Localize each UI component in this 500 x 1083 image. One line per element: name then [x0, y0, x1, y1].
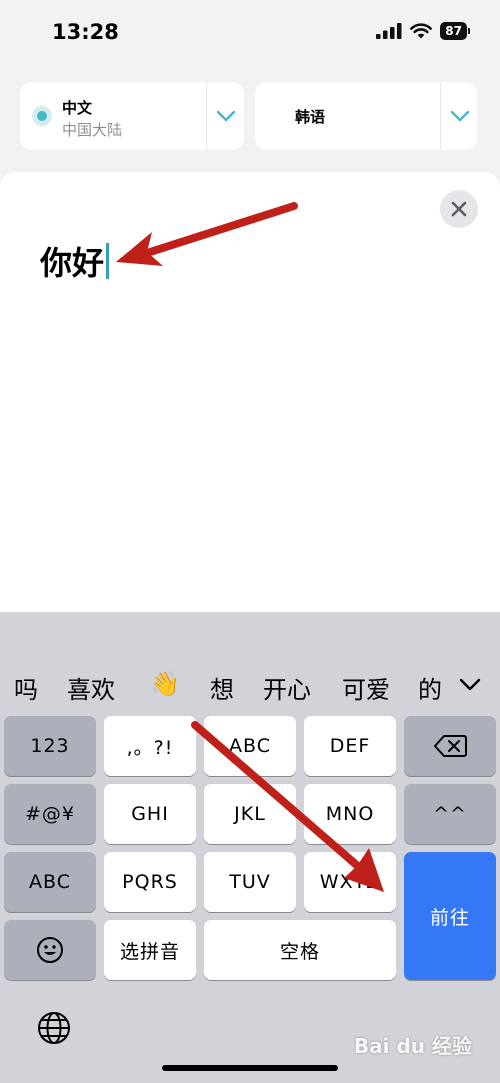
key-tuv[interactable]: TUV — [204, 852, 296, 912]
key-abc-mode[interactable]: ABC — [4, 852, 96, 912]
input-text: 你好 — [40, 244, 105, 282]
baidu-watermark: Bai du 经验 — [353, 1034, 472, 1058]
candidate-word[interactable]: 可爱 — [342, 670, 390, 705]
key-abc[interactable]: ABC — [204, 716, 296, 776]
space-key[interactable]: 空格 — [204, 920, 396, 980]
cellular-signal-icon — [376, 23, 402, 39]
candidate-word[interactable]: 开心 — [263, 670, 311, 705]
key-emoticon[interactable]: ^^ — [404, 784, 496, 844]
target-language-name: 韩语 — [295, 108, 326, 126]
source-language-indicator-icon — [32, 106, 52, 126]
status-time: 13:28 — [52, 20, 119, 44]
expand-candidates-chevron-down-icon[interactable] — [458, 676, 482, 694]
emoji-key[interactable] — [4, 920, 96, 980]
target-language-divider — [440, 82, 441, 150]
backspace-icon — [434, 735, 467, 757]
candidate-word[interactable]: 喜欢 — [67, 670, 115, 705]
wifi-icon — [410, 23, 433, 39]
target-language-selector[interactable]: 韩语 — [255, 82, 477, 150]
candidate-word[interactable]: 的 — [418, 670, 442, 705]
source-language-selector[interactable]: 中文 中国大陆 — [20, 82, 244, 150]
globe-icon[interactable] — [36, 1010, 72, 1046]
close-icon — [451, 201, 467, 217]
candidate-emoji[interactable]: 👋 — [150, 670, 180, 698]
home-indicator — [162, 1065, 338, 1071]
input-text-field[interactable]: 你好 — [40, 238, 110, 284]
emoji-icon — [37, 937, 63, 963]
candidate-bar: 吗 喜欢 👋 想 开心 可爱 的 — [0, 662, 500, 712]
key-wxyz[interactable]: WXYZ — [304, 852, 396, 912]
target-language-chevron-down-icon[interactable] — [449, 106, 471, 126]
key-mno[interactable]: MNO — [304, 784, 396, 844]
status-bar: 13:28 87 — [0, 0, 500, 66]
pinyin-keyboard: 吗 喜欢 👋 想 开心 可爱 的 123 ,。?! ABC DEF #@¥ GH… — [0, 612, 500, 1083]
key-punctuation[interactable]: ,。?! — [104, 716, 196, 776]
key-symbols[interactable]: #@¥ — [4, 784, 96, 844]
key-jkl[interactable]: JKL — [204, 784, 296, 844]
key-pqrs[interactable]: PQRS — [104, 852, 196, 912]
clear-input-button[interactable] — [440, 190, 478, 228]
key-def[interactable]: DEF — [304, 716, 396, 776]
source-language-name: 中文 — [62, 99, 93, 117]
battery-icon: 87 — [440, 22, 470, 40]
backspace-key[interactable] — [404, 716, 496, 776]
source-language-chevron-down-icon[interactable] — [215, 106, 237, 126]
source-language-region: 中国大陆 — [62, 121, 123, 139]
status-icons: 87 — [376, 22, 470, 40]
key-123[interactable]: 123 — [4, 716, 96, 776]
source-language-divider — [206, 82, 207, 150]
go-button[interactable]: 前往 — [404, 852, 496, 980]
key-select-pinyin[interactable]: 选拼音 — [104, 920, 196, 980]
translation-input-panel[interactable]: 你好 — [0, 172, 500, 612]
candidate-word[interactable]: 吗 — [14, 670, 38, 705]
text-cursor — [106, 243, 110, 279]
candidate-word[interactable]: 想 — [210, 670, 234, 705]
key-ghi[interactable]: GHI — [104, 784, 196, 844]
